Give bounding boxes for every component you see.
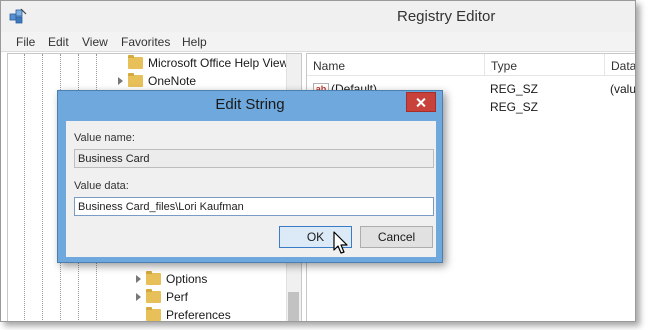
edit-string-dialog: Edit String Value name: Value data: OK C… (57, 90, 443, 263)
value-name-field[interactable] (74, 149, 434, 168)
tree-item-label: Microsoft Office Help View (148, 56, 289, 70)
expand-arrow-icon[interactable] (136, 293, 141, 301)
title-bar[interactable]: Registry Editor (1, 1, 635, 32)
tree-item[interactable]: Preferences (136, 307, 286, 322)
column-header-type[interactable]: Type (485, 54, 605, 76)
column-header-label: Type (491, 59, 518, 73)
menu-view[interactable]: View (82, 35, 108, 49)
dialog-title-bar[interactable]: Edit String (58, 91, 442, 119)
tree-guide-line (24, 54, 25, 321)
folder-icon (128, 55, 143, 69)
tree-guide-line (42, 54, 43, 321)
menu-bar: File Edit View Favorites Help (1, 32, 635, 52)
value-type-cell: REG_SZ (490, 82, 539, 96)
value-data-field[interactable] (74, 197, 434, 216)
folder-icon (146, 289, 161, 303)
column-header-label: Name (313, 59, 346, 73)
tree-item-label: OneNote (148, 74, 197, 88)
value-data-cell: (valu (610, 82, 636, 96)
folder-icon (146, 271, 161, 285)
menu-help[interactable]: Help (182, 35, 207, 49)
tree-item-label: Options (166, 272, 208, 286)
folder-icon (146, 307, 161, 321)
value-type-cell: REG_SZ (490, 100, 539, 114)
tree-item-label: Preferences (166, 308, 231, 322)
tree-item[interactable]: OneNote (118, 73, 288, 91)
window-title: Registry Editor (397, 8, 496, 25)
folder-icon (128, 73, 143, 87)
tree-item[interactable]: Options (136, 271, 286, 289)
scrollbar-thumb[interactable] (288, 292, 299, 321)
mouse-pointer-icon (333, 231, 348, 254)
tree-item[interactable]: Microsoft Office Help View (118, 55, 288, 73)
column-header-label: Data (611, 59, 636, 73)
column-header-name[interactable]: Name (307, 54, 485, 76)
menu-edit[interactable]: Edit (48, 35, 69, 49)
dialog-body: Value name: Value data: OK Cancel (66, 121, 436, 257)
column-header-data[interactable]: Data (605, 54, 636, 76)
expand-arrow-icon[interactable] (118, 77, 123, 85)
close-button[interactable] (406, 92, 436, 112)
dialog-title: Edit String (215, 96, 285, 113)
menu-file[interactable]: File (16, 35, 35, 49)
tree-item-label: Perf (166, 290, 189, 304)
menu-favorites[interactable]: Favorites (121, 35, 170, 49)
cancel-button[interactable]: Cancel (360, 226, 433, 248)
value-data-label: Value data: (74, 180, 129, 192)
tree-item[interactable]: Perf (136, 289, 286, 307)
value-name-label: Value name: (74, 132, 135, 144)
expand-arrow-icon[interactable] (136, 275, 141, 283)
registry-editor-app-icon[interactable] (9, 8, 27, 24)
